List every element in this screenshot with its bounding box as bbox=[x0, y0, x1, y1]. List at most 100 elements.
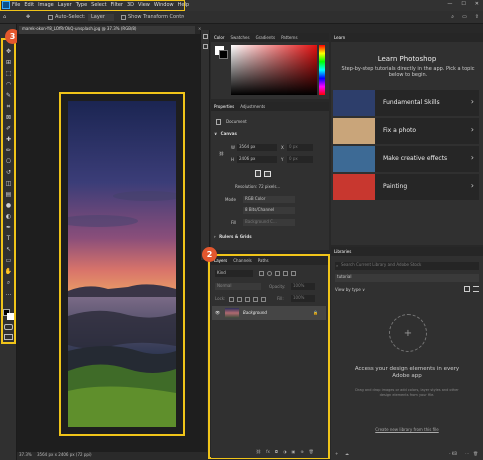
menu-type[interactable]: Type bbox=[76, 2, 87, 10]
gradient-tool-icon[interactable]: ▤ bbox=[3, 189, 14, 200]
orientation-landscape-icon[interactable] bbox=[264, 171, 271, 177]
screen-mode-icon[interactable] bbox=[4, 334, 13, 340]
clone-stamp-icon[interactable]: ⎔ bbox=[3, 156, 14, 167]
lock-all-icon[interactable] bbox=[261, 297, 266, 302]
list-view-icon[interactable] bbox=[473, 286, 479, 292]
lasso-tool-icon[interactable]: ◠ bbox=[3, 79, 14, 90]
y-field[interactable]: 0 px bbox=[287, 156, 313, 163]
learn-topic-card[interactable]: Painting › bbox=[333, 174, 479, 200]
artboard-tool-icon[interactable]: ⊞ bbox=[3, 57, 14, 68]
learn-topic-card[interactable]: Fundamental Skills › bbox=[333, 90, 479, 116]
opacity-field[interactable]: 100% bbox=[291, 283, 315, 290]
home-icon[interactable]: ⌂ bbox=[3, 14, 6, 21]
menu-3d[interactable]: 3D bbox=[127, 2, 134, 10]
tab-layers[interactable]: Layers bbox=[214, 258, 227, 265]
learn-topic-card[interactable]: Make creative effects › bbox=[333, 146, 479, 172]
dodge-tool-icon[interactable]: ◐ bbox=[3, 211, 14, 222]
close-button[interactable]: ✕ bbox=[475, 1, 479, 8]
menu-image[interactable]: Image bbox=[38, 2, 54, 10]
menu-layer[interactable]: Layer bbox=[58, 2, 72, 10]
cloud-icon[interactable]: ☁ bbox=[345, 451, 349, 456]
marquee-tool-icon[interactable]: ⬚ bbox=[3, 68, 14, 79]
workspace-icon[interactable]: ▭ bbox=[462, 14, 467, 21]
layer-style-icon[interactable]: fx bbox=[266, 449, 270, 454]
maximize-button[interactable]: ☐ bbox=[461, 1, 465, 8]
pen-tool-icon[interactable]: ✒ bbox=[3, 222, 14, 233]
fill-dropdown[interactable]: Background C... bbox=[243, 219, 295, 226]
move-tool-icon[interactable]: ✥ bbox=[26, 14, 30, 21]
lock-position-icon[interactable] bbox=[245, 297, 250, 302]
visibility-eye-icon[interactable]: 👁 bbox=[215, 310, 220, 315]
menu-file[interactable]: File bbox=[12, 2, 20, 10]
quick-selection-icon[interactable]: ✎ bbox=[3, 90, 14, 101]
hand-tool-icon[interactable]: ✋ bbox=[3, 266, 14, 277]
minimize-button[interactable]: — bbox=[447, 1, 452, 8]
tab-adjustments[interactable]: Adjustments bbox=[240, 104, 265, 111]
view-by-type-dropdown[interactable]: View by type ∨ bbox=[335, 287, 365, 292]
canvas-section-header[interactable]: ∨ Canvas bbox=[214, 131, 237, 136]
layer-kind-filter[interactable]: Kind bbox=[215, 270, 253, 277]
x-field[interactable]: 0 px bbox=[287, 144, 313, 151]
menu-view[interactable]: View bbox=[138, 2, 150, 10]
background-color-swatch[interactable] bbox=[7, 313, 14, 320]
add-mask-icon[interactable]: ◘ bbox=[275, 449, 278, 454]
crop-tool-icon[interactable]: ⌗ bbox=[3, 101, 14, 112]
rectangle-tool-icon[interactable]: ▭ bbox=[3, 255, 14, 266]
lock-artboard-icon[interactable] bbox=[253, 297, 258, 302]
history-brush-icon[interactable]: ↺ bbox=[3, 167, 14, 178]
tab-properties[interactable]: Properties bbox=[214, 104, 234, 111]
search-icon[interactable]: ⌕ bbox=[451, 14, 454, 21]
more-options-icon[interactable]: ⋯ bbox=[465, 451, 469, 456]
new-layer-icon[interactable]: ⊕ bbox=[300, 449, 303, 454]
tab-patterns[interactable]: Patterns bbox=[281, 35, 297, 42]
tab-gradients[interactable]: Gradients bbox=[256, 35, 276, 42]
delete-layer-icon[interactable]: 🗑 bbox=[309, 449, 314, 454]
tab-channels[interactable]: Channels bbox=[233, 258, 252, 265]
height-field[interactable]: 2406 px bbox=[237, 156, 277, 163]
menu-help[interactable]: Help bbox=[178, 2, 189, 10]
fill-field[interactable]: 100% bbox=[291, 295, 315, 302]
document-tab[interactable]: marek-okon-Y8_LOfRrOkQ-unsplash.jpg @ 37… bbox=[19, 26, 195, 34]
filter-pixel-icon[interactable] bbox=[259, 271, 264, 276]
library-selector[interactable]: tutorial bbox=[335, 274, 479, 282]
mode-dropdown[interactable]: RGB Color bbox=[243, 196, 295, 203]
rulers-grids-header[interactable]: › Rulers & Grids bbox=[214, 234, 252, 239]
tab-paths[interactable]: Paths bbox=[258, 258, 269, 265]
hue-slider[interactable] bbox=[319, 45, 325, 95]
blend-mode-dropdown[interactable]: Normal bbox=[215, 283, 261, 290]
library-search-field[interactable]: ⌕ Search Current Library and Adobe Stock bbox=[335, 262, 479, 270]
share-icon[interactable]: ⇪ bbox=[475, 14, 479, 21]
menu-window[interactable]: Window bbox=[154, 2, 174, 10]
bit-depth-dropdown[interactable]: 8 Bits/Channel bbox=[243, 207, 295, 214]
create-library-link[interactable]: Create new library from this file bbox=[351, 427, 463, 432]
more-tools-icon[interactable]: … bbox=[3, 288, 14, 299]
path-selection-icon[interactable]: ↖ bbox=[3, 244, 14, 255]
link-icon[interactable]: ⛓ bbox=[219, 151, 224, 156]
delete-icon[interactable]: 🗑 bbox=[473, 451, 478, 456]
frame-tool-icon[interactable]: ⊠ bbox=[3, 112, 14, 123]
link-layers-icon[interactable]: ⛓ bbox=[256, 449, 261, 454]
learn-topic-card[interactable]: Fix a photo › bbox=[333, 118, 479, 144]
zoom-tool-icon[interactable]: ⌕ bbox=[3, 277, 14, 288]
bg-color-chip[interactable] bbox=[219, 50, 228, 59]
layer-row-background[interactable]: 👁 Background 🔒 bbox=[212, 306, 326, 320]
filter-shape-icon[interactable] bbox=[283, 271, 288, 276]
ps-logo[interactable] bbox=[2, 1, 10, 9]
auto-select-dropdown[interactable]: Layer bbox=[88, 14, 114, 21]
grid-view-icon[interactable] bbox=[464, 286, 470, 292]
tab-learn[interactable]: Learn bbox=[334, 35, 345, 40]
blur-tool-icon[interactable]: ● bbox=[3, 200, 14, 211]
color-picker-field[interactable] bbox=[231, 45, 317, 95]
lock-pixels-icon[interactable] bbox=[237, 297, 242, 302]
lock-transparency-icon[interactable] bbox=[229, 297, 234, 302]
properties-icon[interactable] bbox=[203, 44, 208, 49]
history-icon[interactable] bbox=[203, 34, 208, 39]
filter-smart-object-icon[interactable] bbox=[291, 271, 296, 276]
menu-select[interactable]: Select bbox=[91, 2, 106, 10]
type-tool-icon[interactable]: T bbox=[3, 233, 14, 244]
brush-tool-icon[interactable]: ✏ bbox=[3, 145, 14, 156]
eyedropper-icon[interactable]: ✐ bbox=[3, 123, 14, 134]
menu-filter[interactable]: Filter bbox=[111, 2, 123, 10]
menu-edit[interactable]: Edit bbox=[24, 2, 34, 10]
tab-color[interactable]: Color bbox=[214, 35, 224, 42]
